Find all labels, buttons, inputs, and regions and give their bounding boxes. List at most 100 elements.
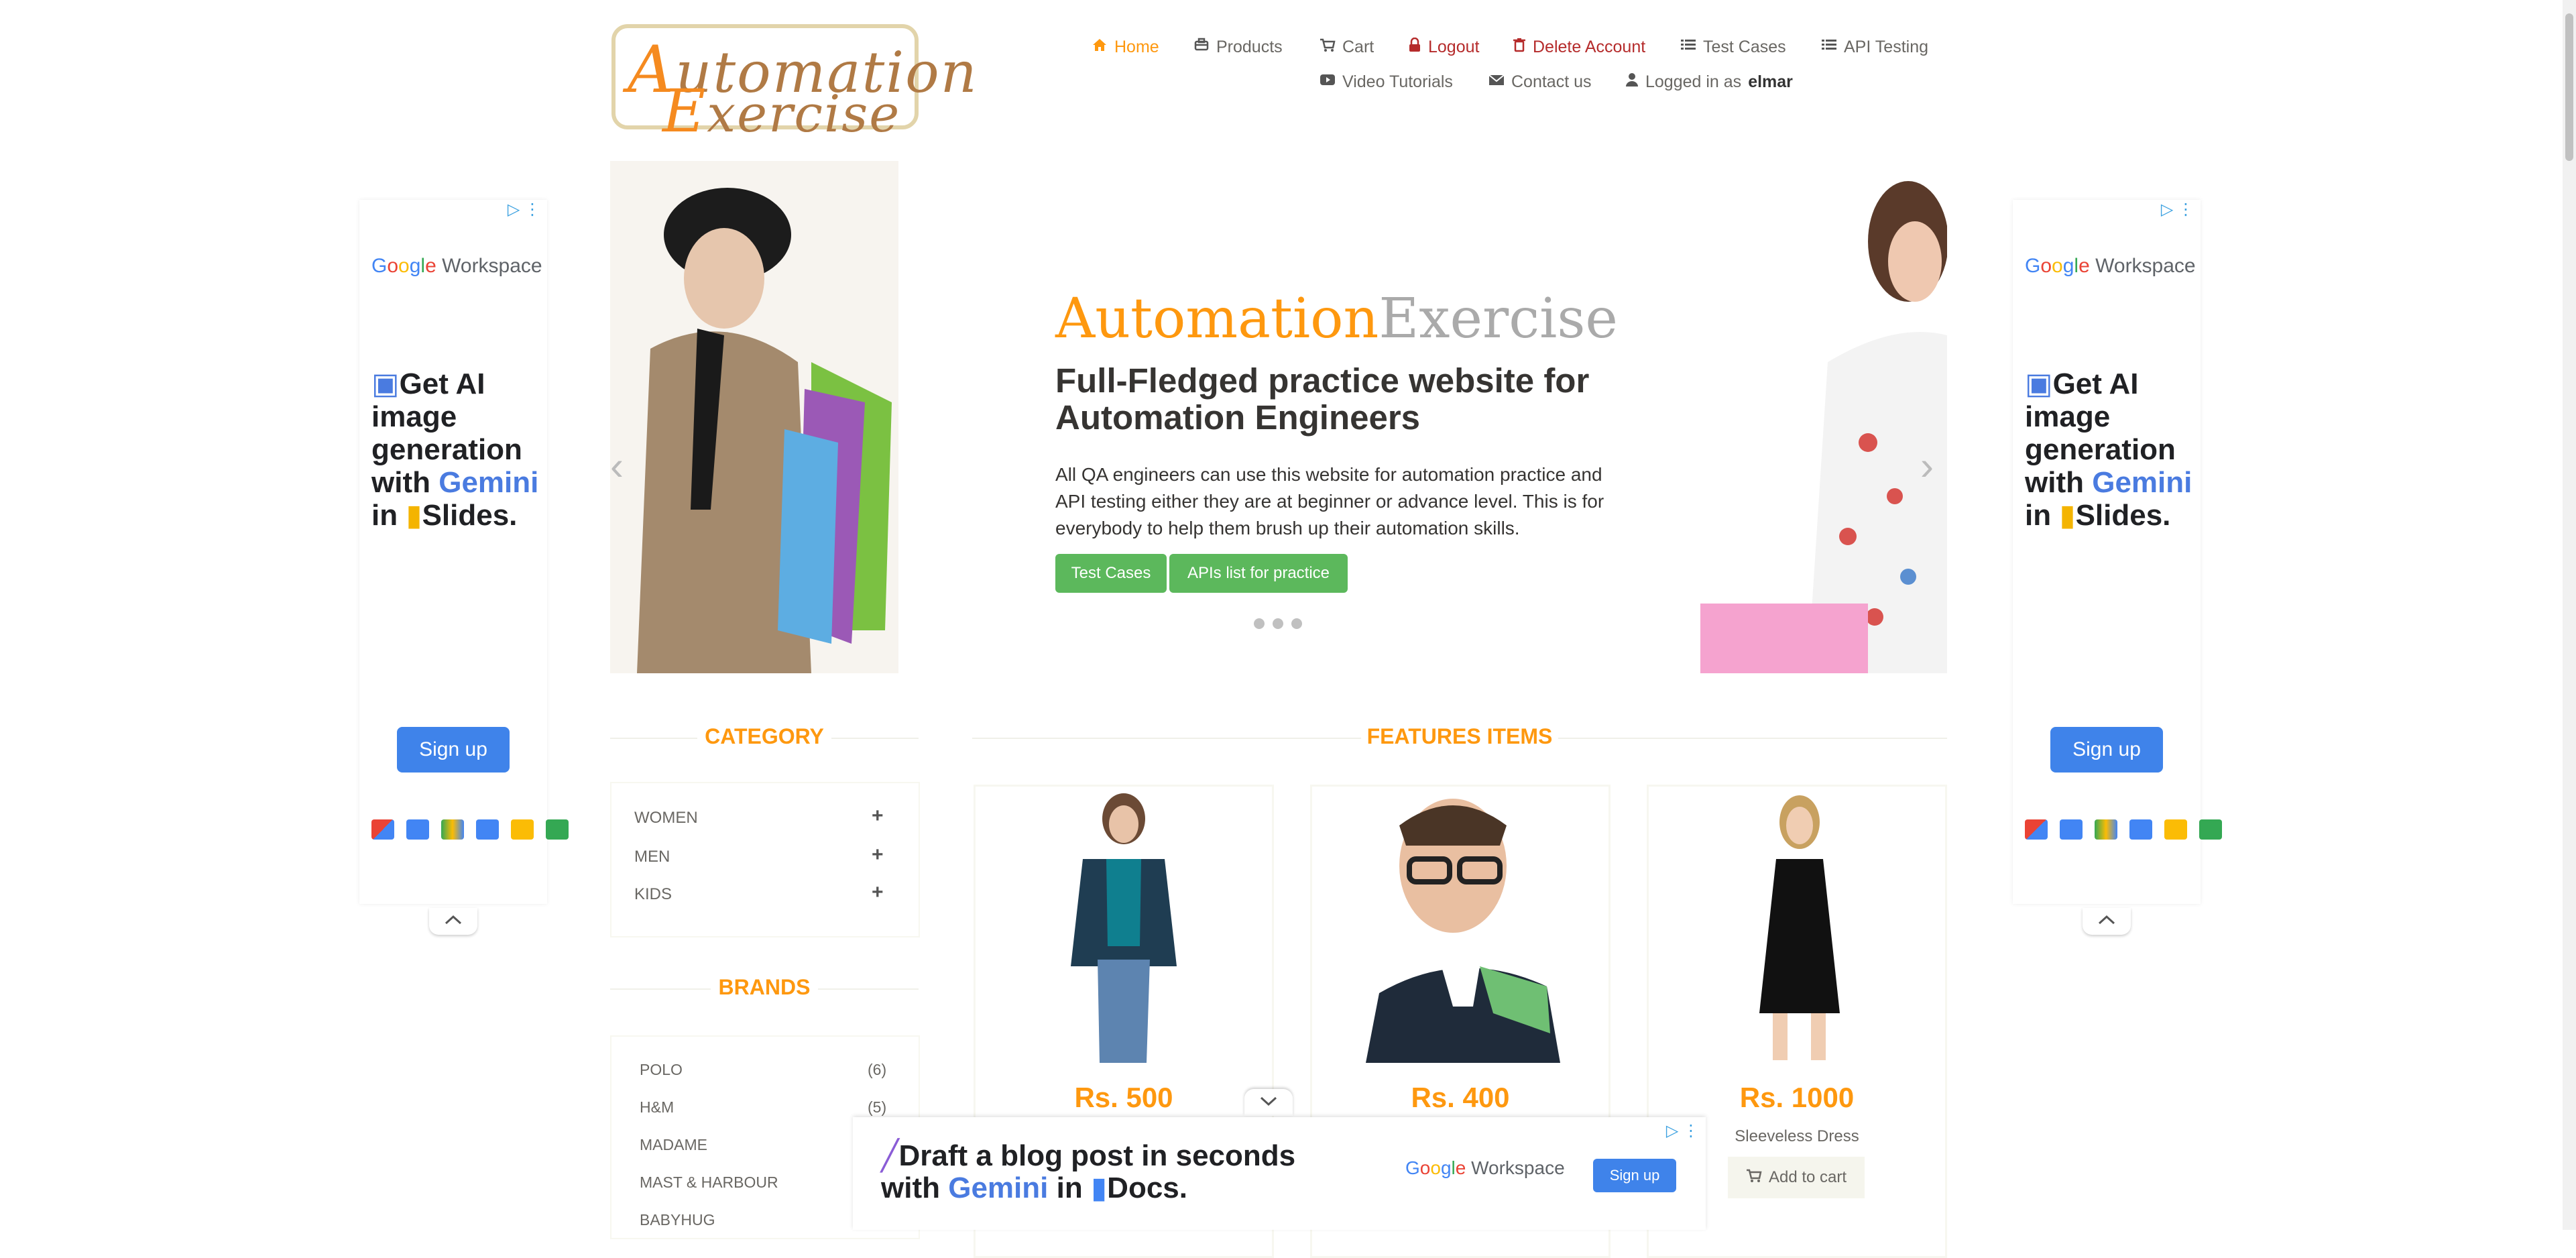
workspace-apps-icons bbox=[2025, 819, 2222, 840]
ad-headline: ▣Get AI image generation with Gemini in … bbox=[2025, 367, 2192, 532]
right-ad-collapse-button[interactable] bbox=[2083, 908, 2131, 935]
product-price: Rs. 500 bbox=[1074, 1082, 1173, 1113]
nav-logout-label: Logout bbox=[1428, 38, 1480, 56]
home-icon bbox=[1092, 38, 1108, 57]
calendar-icon bbox=[2060, 819, 2083, 840]
lock-icon bbox=[1408, 37, 1421, 57]
youtube-icon bbox=[1320, 72, 1336, 92]
slides-icon: ▮ bbox=[2059, 499, 2076, 532]
add-to-cart-label: Add to cart bbox=[1768, 1168, 1847, 1186]
drive-icon bbox=[441, 819, 464, 840]
product-image bbox=[982, 792, 1265, 1063]
nav-home[interactable]: Home bbox=[1092, 38, 1159, 57]
bottom-anchor-ad[interactable]: ▷ ⋮ ╱Draft a blog post in seconds with G… bbox=[853, 1117, 1706, 1230]
chevron-down-icon bbox=[1259, 1096, 1278, 1110]
slider-model-image-left bbox=[610, 161, 898, 673]
bottom-ad-headline: ╱Draft a blog post in seconds with Gemin… bbox=[881, 1139, 1296, 1204]
brand-count: (6) bbox=[868, 1061, 887, 1078]
category-women[interactable]: WOMEN bbox=[634, 809, 698, 827]
plus-icon[interactable]: + bbox=[872, 881, 884, 904]
category-title: CATEGORY bbox=[697, 724, 831, 749]
nav-home-label: Home bbox=[1114, 38, 1159, 56]
category-kids[interactable]: KIDS bbox=[634, 885, 672, 904]
plus-icon[interactable]: + bbox=[872, 805, 884, 827]
nav-products[interactable]: Products bbox=[1193, 38, 1283, 57]
scrollbar-thumb[interactable] bbox=[2565, 13, 2573, 161]
add-to-cart-button[interactable]: Add to cart bbox=[1728, 1157, 1865, 1198]
logged-in-username: elmar bbox=[1748, 72, 1793, 91]
adchoices-icon[interactable]: ▷ ⋮ bbox=[1666, 1121, 1699, 1141]
ad-signup-button[interactable]: Sign up bbox=[2050, 727, 2163, 773]
category-men[interactable]: MEN bbox=[634, 848, 670, 866]
product-image bbox=[1319, 792, 1602, 1063]
docs-icon bbox=[476, 819, 499, 840]
nav-delete-account[interactable]: Delete Account bbox=[1513, 38, 1645, 57]
bottom-ad-signup-button[interactable]: Sign up bbox=[1593, 1159, 1676, 1192]
plus-icon[interactable]: + bbox=[872, 844, 884, 866]
cart-icon bbox=[1320, 38, 1336, 57]
slider-next-arrow[interactable]: › bbox=[1920, 443, 1947, 488]
bottom-ad-collapse-button[interactable] bbox=[1244, 1089, 1293, 1116]
docs-icon: ▮ bbox=[1090, 1171, 1108, 1204]
gmail-icon bbox=[2025, 819, 2048, 840]
ad-signup-button[interactable]: Sign up bbox=[397, 727, 510, 773]
nav-test-cases[interactable]: Test Cases bbox=[1680, 38, 1786, 57]
slider-indicator-1[interactable] bbox=[1254, 618, 1265, 629]
meet-icon bbox=[546, 819, 569, 840]
adchoices-icon[interactable]: ▷ ⋮ bbox=[508, 200, 540, 219]
slides-app-icon bbox=[511, 819, 534, 840]
nav-cart[interactable]: Cart bbox=[1320, 38, 1374, 57]
test-cases-button[interactable]: Test Cases bbox=[1055, 554, 1167, 593]
page-scrollbar[interactable] bbox=[2563, 0, 2576, 1230]
nav-api-testing-label: API Testing bbox=[1844, 38, 1929, 56]
nav-logout[interactable]: Logout bbox=[1408, 37, 1480, 57]
apis-list-button[interactable]: APIs list for practice bbox=[1169, 554, 1348, 593]
nav-video-tutorials-label: Video Tutorials bbox=[1342, 72, 1453, 91]
slider-description: All QA engineers can use this website fo… bbox=[1055, 464, 1604, 538]
brand-madame[interactable]: MADAME bbox=[640, 1136, 707, 1154]
slides-icon: ▮ bbox=[406, 499, 422, 532]
site-logo[interactable]: Automation Exercise bbox=[611, 24, 977, 146]
docs-icon bbox=[2129, 819, 2152, 840]
logged-in-status: Logged in as elmar bbox=[1625, 72, 1793, 92]
brands-title: BRANDS bbox=[711, 975, 818, 1000]
products-icon bbox=[1193, 38, 1210, 57]
right-side-ad[interactable]: ▷ ⋮ Google Workspace ▣Get AI image gener… bbox=[2013, 200, 2222, 904]
left-side-ad[interactable]: ▷ ⋮ Google Workspace ▣Get AI image gener… bbox=[359, 200, 569, 904]
slides-app-icon bbox=[2164, 819, 2187, 840]
list-icon bbox=[1680, 38, 1696, 57]
adchoices-icon[interactable]: ▷ ⋮ bbox=[2161, 200, 2194, 219]
meet-icon bbox=[2199, 819, 2222, 840]
workspace-apps-icons bbox=[371, 819, 569, 840]
brand-polo[interactable]: POLO bbox=[640, 1061, 683, 1079]
product-price: Rs. 400 bbox=[1411, 1082, 1510, 1113]
slider-subtitle: Full-Fledged practice website for Automa… bbox=[1055, 361, 1590, 437]
nav-api-testing[interactable]: API Testing bbox=[1821, 38, 1928, 57]
trash-icon bbox=[1513, 38, 1526, 57]
slider-model-image-right bbox=[1694, 161, 1948, 673]
slider-indicator-2[interactable] bbox=[1273, 618, 1283, 629]
slider-prev-arrow[interactable]: ‹ bbox=[610, 443, 637, 488]
calendar-icon bbox=[406, 819, 429, 840]
list-icon bbox=[1821, 38, 1837, 57]
google-workspace-brand: Google Workspace bbox=[371, 255, 542, 277]
nav-contact-us[interactable]: Contact us bbox=[1488, 72, 1592, 92]
brand-babyhug[interactable]: BABYHUG bbox=[640, 1211, 715, 1229]
drive-icon bbox=[2095, 819, 2117, 840]
product-price: Rs. 1000 bbox=[1739, 1082, 1855, 1113]
logo-line-2: Exercise bbox=[662, 76, 901, 146]
slider-indicator-3[interactable] bbox=[1291, 618, 1302, 629]
left-ad-collapse-button[interactable] bbox=[429, 908, 477, 935]
brand-hm[interactable]: H&M bbox=[640, 1098, 674, 1117]
envelope-icon bbox=[1488, 72, 1505, 92]
brand-mast-harbour[interactable]: MAST & HARBOUR bbox=[640, 1174, 778, 1192]
image-sparkle-icon: ▣ bbox=[2025, 367, 2053, 400]
slider-title: AutomationExercise bbox=[1055, 287, 1618, 351]
gmail-icon bbox=[371, 819, 394, 840]
nav-test-cases-label: Test Cases bbox=[1703, 38, 1786, 56]
nav-cart-label: Cart bbox=[1342, 38, 1374, 56]
cart-icon bbox=[1746, 1168, 1762, 1188]
image-sparkle-icon: ▣ bbox=[371, 367, 400, 400]
nav-delete-account-label: Delete Account bbox=[1533, 38, 1646, 56]
nav-video-tutorials[interactable]: Video Tutorials bbox=[1320, 72, 1453, 92]
